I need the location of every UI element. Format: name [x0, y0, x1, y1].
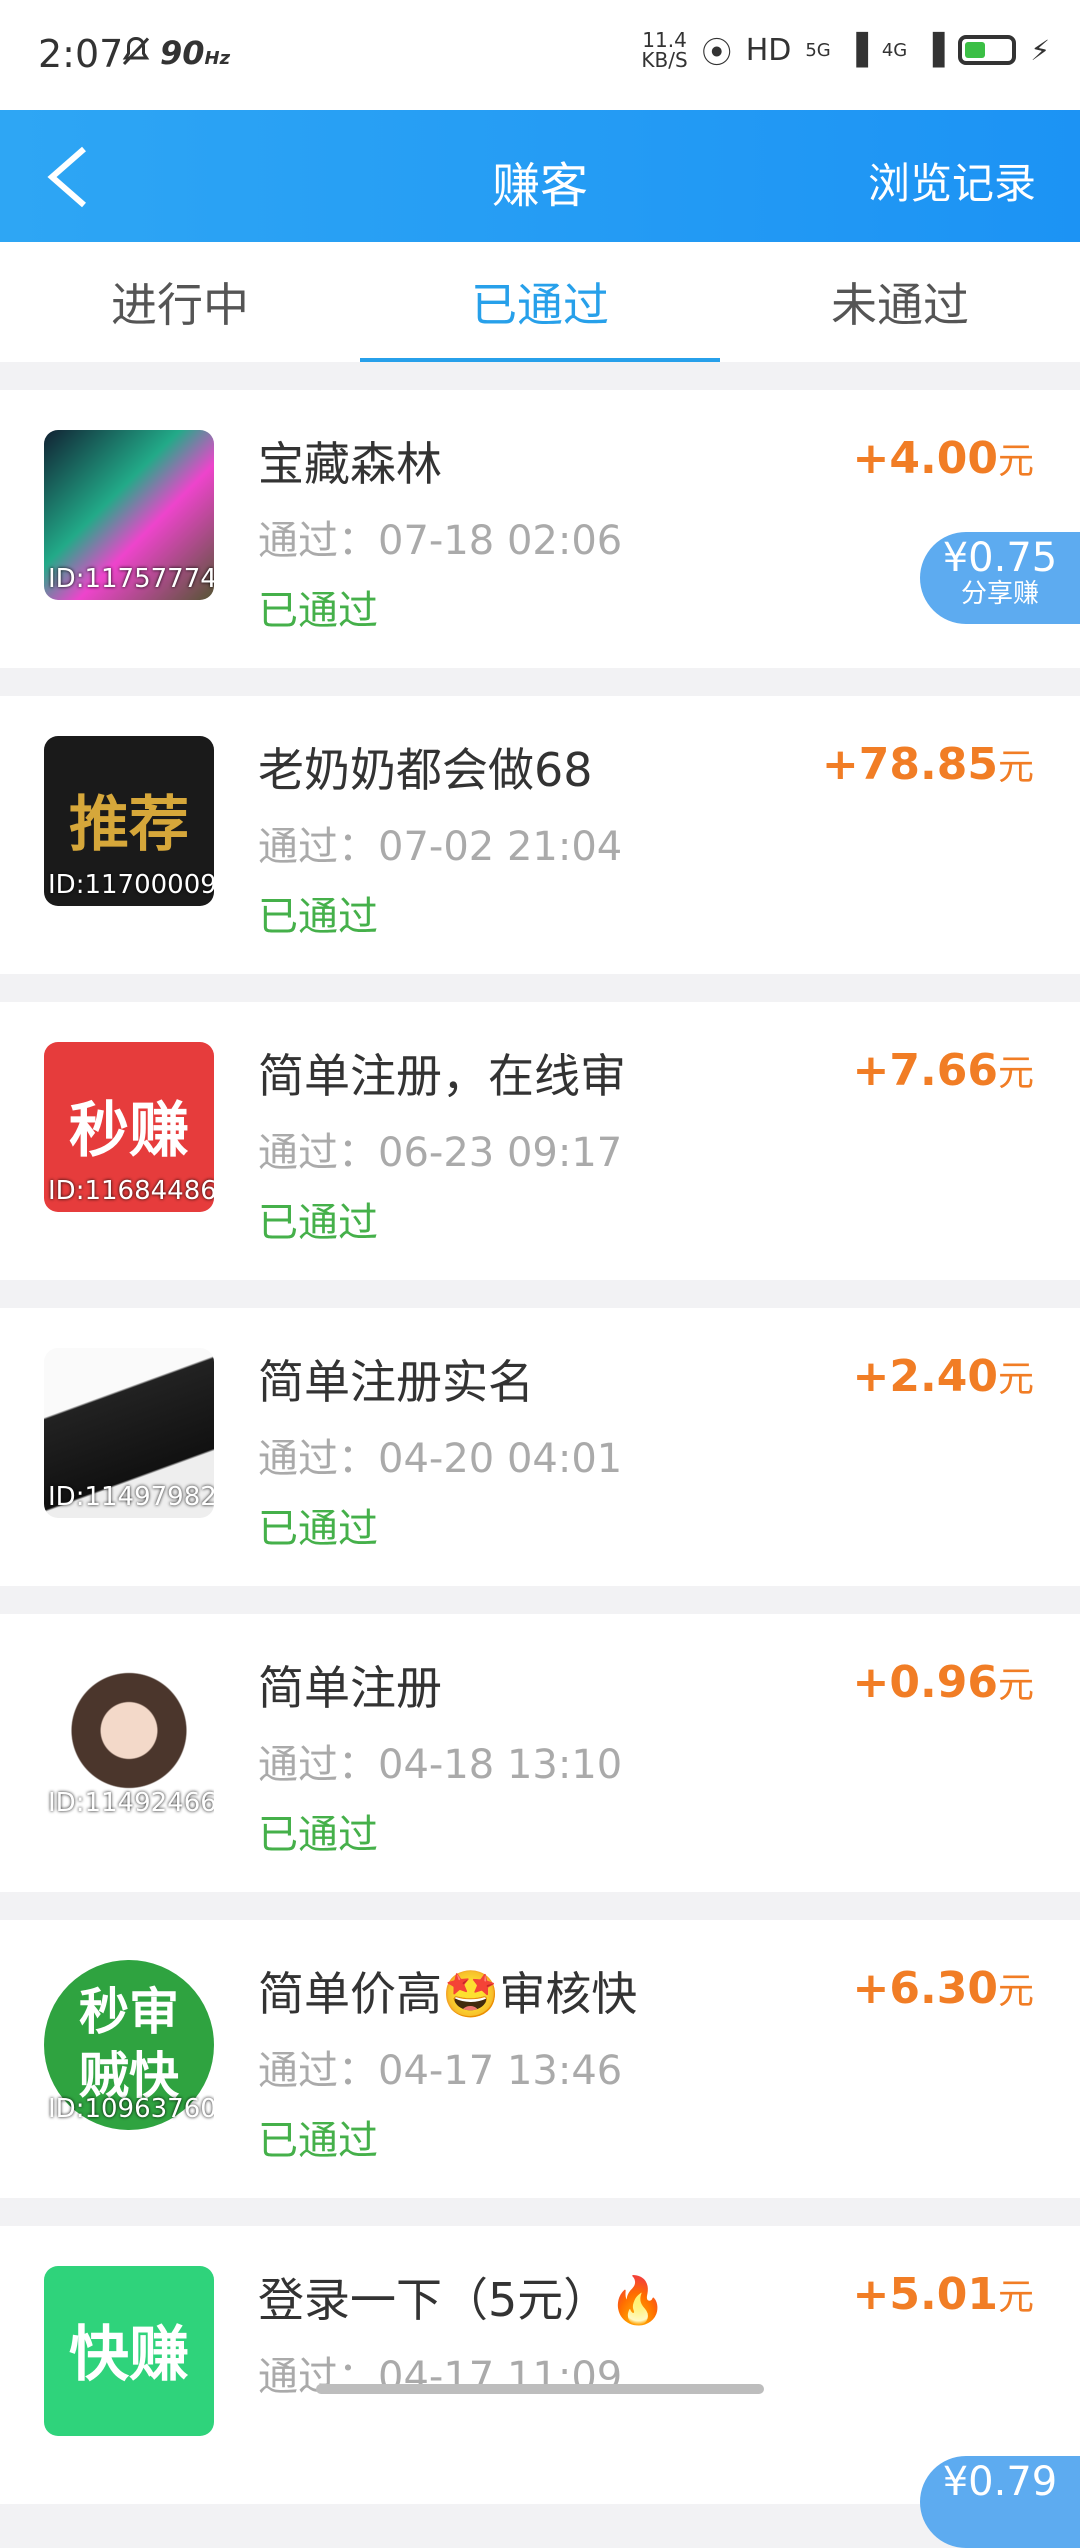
task-time: 通过：04-20 04:01 [258, 1436, 623, 1482]
hd-label: HD [745, 32, 792, 68]
active-tab-indicator [360, 358, 720, 362]
list-item[interactable]: ID:11757774 宝藏森林 通过：07-18 02:06 已通过 +4.0… [0, 390, 1080, 668]
tab-rejected[interactable]: 未通过 [720, 242, 1080, 362]
task-status: 已通过 [258, 1200, 378, 1246]
list-item[interactable]: ID:11492466 简单注册 通过：04-18 13:10 已通过 +0.9… [0, 1614, 1080, 1892]
4g-label: 4G [881, 39, 908, 61]
task-name: 宝藏森林 [258, 437, 442, 491]
task-thumbnail: ID:11497982 [44, 1348, 214, 1518]
tab-label: 进行中 [111, 278, 249, 332]
task-name: 简单价高🤩审核快 [258, 1967, 638, 2021]
task-amount: +4.00元 [852, 433, 1034, 484]
wifi-icon: ⦿ [701, 36, 732, 71]
list-item[interactable]: ID:11497982 简单注册实名 通过：04-20 04:01 已通过 +2… [0, 1308, 1080, 1586]
tab-in-progress[interactable]: 进行中 [0, 242, 360, 362]
task-thumbnail: ID:11492466 [44, 1654, 214, 1824]
task-status: 已通过 [258, 588, 378, 634]
task-time: 通过：04-17 13:46 [258, 2048, 623, 2094]
task-status: 已通过 [258, 894, 378, 940]
task-id: ID:11700009 [48, 870, 214, 900]
status-time: 2:07 [38, 32, 124, 76]
battery-icon [958, 35, 1017, 65]
tab-bar: 进行中 已通过 未通过 [0, 242, 1080, 362]
tab-label: 已通过 [471, 278, 609, 332]
list-item[interactable]: 秒赚 ID:11684486 简单注册，在线审 通过：06-23 09:17 已… [0, 1002, 1080, 1280]
task-status: 已通过 [258, 1812, 378, 1858]
tab-label: 未通过 [831, 278, 969, 332]
task-thumbnail: ID:11757774 [44, 430, 214, 600]
list-item[interactable]: 快赚 登录一下（5元）🔥 通过：04-17 11:09 +5.01元 ¥0.79 [0, 2226, 1080, 2548]
task-thumbnail: 快赚 [44, 2266, 214, 2436]
5g-label: 5G [805, 39, 831, 61]
task-name: 登录一下（5元）🔥 [258, 2273, 667, 2327]
list-item[interactable]: 推荐 ID:11700009 老奶奶都会做68 通过：07-02 21:04 已… [0, 696, 1080, 974]
task-thumbnail: 秒赚 ID:11684486 [44, 1042, 214, 1212]
task-id: ID:11497982 [48, 1482, 214, 1512]
task-amount: +78.85元 [821, 739, 1034, 790]
signal-icon-2: ▐ [921, 32, 945, 68]
task-id: ID:11684486 [48, 1176, 214, 1206]
task-id: ID:10963760 [48, 2094, 214, 2124]
task-status: 已通过 [258, 2118, 378, 2164]
task-status: 已通过 [258, 1506, 378, 1552]
task-thumbnail: 秒审贼快 ID:10963760 [44, 1960, 214, 2130]
task-list: ID:11757774 宝藏森林 通过：07-18 02:06 已通过 +4.0… [0, 390, 1080, 2548]
task-id: ID:11757774 [48, 564, 214, 594]
task-time: 通过：07-18 02:06 [258, 518, 623, 564]
task-name: 简单注册实名 [258, 1355, 534, 1409]
tab-approved[interactable]: 已通过 [360, 242, 720, 362]
task-name: 老奶奶都会做68 [258, 743, 593, 797]
charging-icon: ⚡ [1030, 33, 1050, 67]
app-header: 赚客 浏览记录 [0, 110, 1080, 242]
task-amount: +0.96元 [852, 1657, 1034, 1708]
task-thumbnail: 推荐 ID:11700009 [44, 736, 214, 906]
task-amount: +5.01元 [852, 2269, 1034, 2320]
task-id: ID:11492466 [48, 1788, 214, 1818]
share-earn-badge[interactable]: ¥0.79 [920, 2456, 1080, 2548]
share-earn-badge[interactable]: ¥0.75 分享赚 [920, 532, 1080, 624]
refresh-rate: 90Hz [160, 34, 231, 72]
task-name: 简单注册，在线审 [258, 1049, 626, 1103]
task-name: 简单注册 [258, 1661, 442, 1715]
signal-icon: ▐ [844, 32, 868, 68]
browse-history-button[interactable]: 浏览记录 [868, 150, 1036, 211]
task-time: 通过：04-18 13:10 [258, 1742, 623, 1788]
task-amount: +2.40元 [852, 1351, 1034, 1402]
mute-bell-icon [122, 36, 150, 66]
task-amount: +7.66元 [852, 1045, 1034, 1096]
list-item[interactable]: 秒审贼快 ID:10963760 简单价高🤩审核快 通过：04-17 13:46… [0, 1920, 1080, 2198]
task-time: 通过：06-23 09:17 [258, 1130, 623, 1176]
gesture-bar [316, 2384, 764, 2394]
status-bar: 2:07 90Hz 11.4 KB/S ⦿ HD 5G ▐ 4G ▐ ⚡ [0, 0, 1080, 110]
task-time: 通过：07-02 21:04 [258, 824, 623, 870]
network-speed: 11.4 KB/S [641, 28, 688, 72]
task-amount: +6.30元 [852, 1963, 1034, 2014]
